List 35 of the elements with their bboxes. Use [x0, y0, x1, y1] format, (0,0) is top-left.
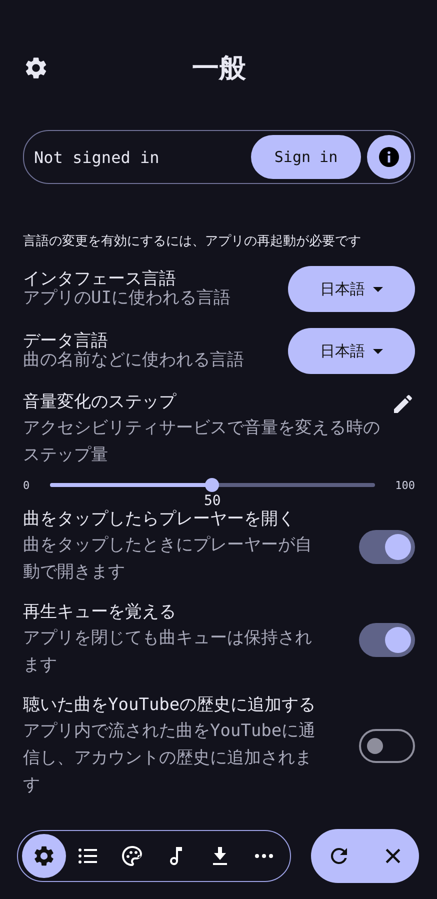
setting-title: 再生キューを覚える: [23, 601, 177, 624]
nav-tab[interactable]: [22, 834, 66, 878]
pencil-icon[interactable]: [391, 392, 415, 416]
setting-title: 聴いた曲をYouTubeの歴史に追加する: [23, 694, 317, 717]
caret-icon: [373, 348, 383, 354]
info-icon: [377, 145, 401, 169]
toggle-switch[interactable]: [359, 729, 415, 763]
palette-icon: [120, 844, 144, 868]
settings-icon[interactable]: [23, 55, 49, 81]
slider-value: 50: [204, 493, 221, 509]
setting-description: アクセシビリティサービスで音量を変える時のステップ量: [23, 417, 381, 467]
page-title: 一般: [192, 52, 246, 86]
account-status: Not signed in: [34, 148, 160, 166]
setting-description: 曲をタップしたときにプレーヤーが自動で開きます: [23, 534, 313, 584]
caret-icon: [373, 286, 383, 292]
language-dropdown[interactable]: 日本語: [288, 328, 415, 374]
setting-title: 音量変化のステップ: [23, 391, 176, 414]
more-icon: [255, 854, 273, 858]
setting-description: アプリ内で流された曲をYouTubeに通信し、アカウントの歴史に追加されます: [23, 720, 317, 797]
settings-icon: [32, 844, 56, 868]
info-button[interactable]: [367, 135, 411, 179]
language-dropdown[interactable]: 日本語: [288, 266, 415, 312]
setting-title: インタフェース言語: [23, 270, 177, 289]
toggle-switch[interactable]: [359, 622, 415, 656]
slider-thumb[interactable]: [205, 478, 220, 492]
sign-in-button[interactable]: Sign in: [251, 135, 361, 179]
setting-description: 曲の名前などに使われる言語: [23, 351, 244, 370]
setting-description: アプリを閉じても曲キューは保持されます: [23, 627, 313, 677]
slider-min-label: 0: [23, 478, 30, 492]
restart-notice: 言語の変更を有効にするには、アプリの再起動が必要です: [23, 233, 362, 250]
setting-title: 曲をタップしたらプレーヤーを開く: [23, 508, 296, 531]
setting-description: アプリのUIに使われる言語: [23, 289, 230, 308]
toggle-switch[interactable]: [359, 530, 415, 564]
setting-title: データ言語: [23, 332, 109, 351]
slider-max-label: 100: [395, 478, 415, 492]
